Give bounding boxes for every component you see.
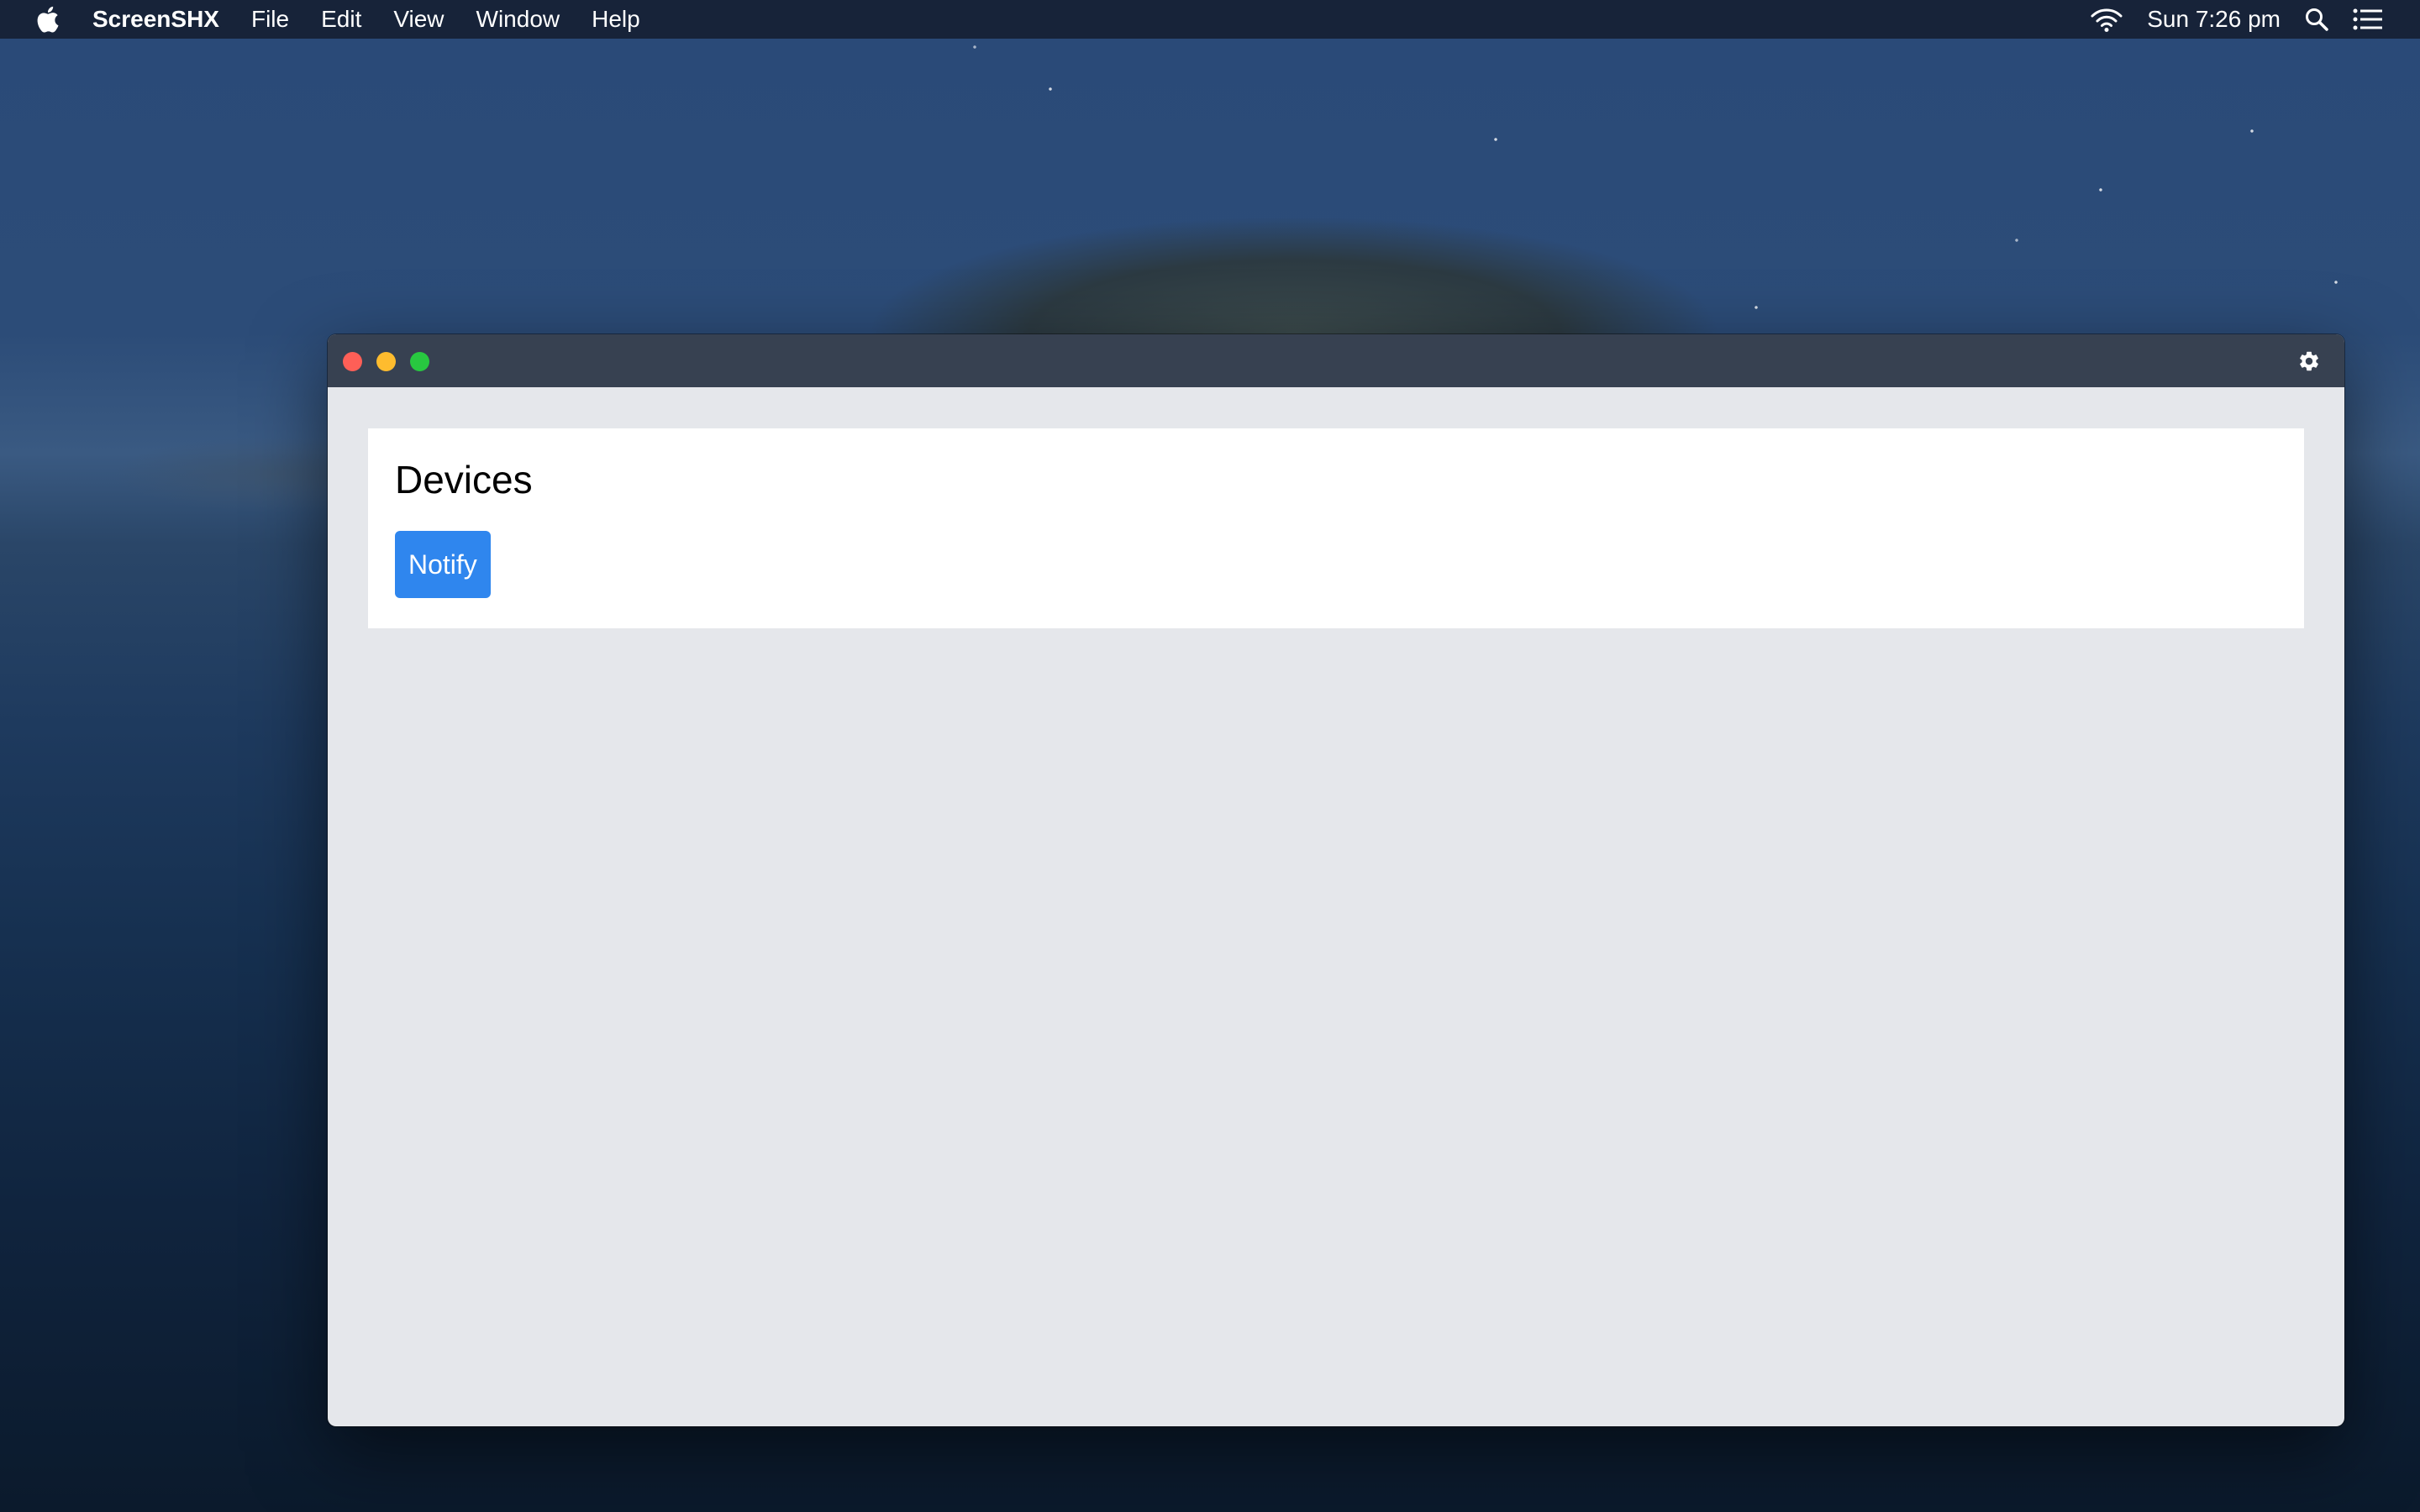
app-name-menu[interactable]: ScreenSHX <box>92 6 219 33</box>
page-title: Devices <box>395 458 533 501</box>
app-window: Devices Notify <box>328 334 2344 1426</box>
close-window-button[interactable] <box>343 352 362 371</box>
maximize-window-button[interactable] <box>410 352 429 371</box>
menu-bar: ScreenSHX File Edit View Window Help Sun… <box>0 0 2420 39</box>
search-icon[interactable] <box>2304 7 2329 32</box>
devices-card: Devices Notify <box>368 428 2304 628</box>
menu-file[interactable]: File <box>251 6 289 33</box>
menu-edit[interactable]: Edit <box>321 6 361 33</box>
menu-bar-status-area: Sun 7:26 pm <box>2090 0 2420 39</box>
menu-bar-clock[interactable]: Sun 7:26 pm <box>2147 6 2281 33</box>
desktop-wallpaper <box>0 39 2420 341</box>
apple-icon[interactable] <box>32 3 66 36</box>
menu-window[interactable]: Window <box>476 6 560 33</box>
list-icon[interactable] <box>2353 8 2383 31</box>
gear-icon[interactable] <box>2297 349 2321 373</box>
minimize-window-button[interactable] <box>376 352 396 371</box>
notify-button[interactable]: Notify <box>395 531 491 598</box>
window-titlebar[interactable] <box>328 334 2344 387</box>
wifi-icon[interactable] <box>2090 6 2123 33</box>
menu-view[interactable]: View <box>393 6 444 33</box>
menu-help[interactable]: Help <box>592 6 640 33</box>
